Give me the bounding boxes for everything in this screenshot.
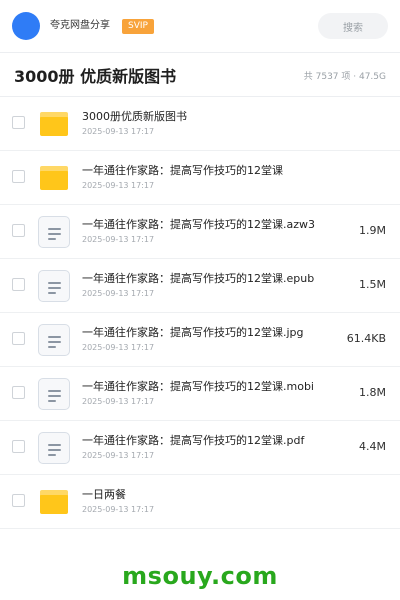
- document-line: [48, 341, 61, 343]
- file-date: 2025-09-13 17:17: [82, 505, 155, 514]
- document-line: [48, 238, 56, 240]
- folder-title: 3000册 优质新版图书: [14, 67, 177, 86]
- file-date: 2025-09-13 17:17: [82, 289, 155, 298]
- file-row[interactable]: 一年通往作家路：提高写作技巧的12堂课.epub 2025-09-13 17:17…: [0, 259, 400, 313]
- file-text: 一年通往作家路：提高写作技巧的12堂课.epub 2025-09-13 17:17: [82, 272, 332, 299]
- folder-shape: [40, 112, 68, 136]
- folder-shape: [40, 490, 68, 514]
- file-row[interactable]: 一年通往作家路：提高写作技巧的12堂课 2025-09-13 17:17: [0, 151, 400, 205]
- folder-summary: 共 7537 项 · 47.5G: [303, 71, 386, 82]
- document-shape: [38, 378, 70, 410]
- file-size: 4.4M: [359, 440, 386, 453]
- top-bar: 夸克网盘分享 SVIP 搜索: [0, 0, 400, 52]
- file-text: 3000册优质新版图书 2025-09-13 17:17: [82, 110, 332, 137]
- document-line: [48, 449, 61, 451]
- folder-shape: [40, 166, 68, 190]
- app-title: 夸克网盘分享: [50, 20, 110, 31]
- file-size: 1.9M: [359, 224, 386, 237]
- file-row[interactable]: 一年通往作家路：提高写作技巧的12堂课.jpg 2025-09-13 17:17 6…: [0, 313, 400, 367]
- document-icon: [37, 431, 71, 465]
- search-placeholder: 搜索: [343, 22, 363, 34]
- file-name: 一日两餐: [82, 488, 126, 501]
- file-text: 一年通往作家路：提高写作技巧的12堂课.azw3 2025-09-13 17:17: [82, 218, 332, 245]
- file-name: 一年通往作家路：提高写作技巧的12堂课.pdf: [82, 434, 305, 447]
- file-text: 一年通往作家路：提高写作技巧的12堂课.pdf 2025-09-13 17:17: [82, 434, 332, 461]
- document-shape: [38, 324, 70, 356]
- app-page: 夸克网盘分享 SVIP 搜索 3000册 优质新版图书 共 7537 项 · 4…: [0, 0, 400, 600]
- document-icon: [37, 377, 71, 411]
- document-line: [48, 282, 61, 284]
- document-line: [48, 336, 61, 338]
- folder-body: [40, 117, 68, 136]
- file-text: 一年通往作家路：提高写作技巧的12堂课 2025-09-13 17:17: [82, 164, 332, 191]
- document-line: [48, 292, 56, 294]
- document-shape: [38, 270, 70, 302]
- file-row[interactable]: 一日两餐 2025-09-13 17:17: [0, 475, 400, 529]
- document-line: [48, 395, 61, 397]
- document-line: [48, 390, 61, 392]
- file-text: 一年通往作家路：提高写作技巧的12堂课.jpg 2025-09-13 17:17: [82, 326, 332, 353]
- folder-body: [40, 171, 68, 190]
- folder-icon: [37, 107, 71, 141]
- row-checkbox[interactable]: [12, 116, 25, 129]
- file-row[interactable]: 3000册优质新版图书 2025-09-13 17:17: [0, 97, 400, 151]
- file-text: 一日两餐 2025-09-13 17:17: [82, 488, 332, 515]
- file-row[interactable]: 一年通往作家路：提高写作技巧的12堂课.mobi 2025-09-13 17:17…: [0, 367, 400, 421]
- document-icon: [37, 323, 71, 357]
- file-size: 1.5M: [359, 278, 386, 291]
- document-line: [48, 233, 61, 235]
- avatar[interactable]: [12, 12, 40, 40]
- file-date: 2025-09-13 17:17: [82, 235, 155, 244]
- file-date: 2025-09-13 17:17: [82, 451, 155, 460]
- row-checkbox[interactable]: [12, 170, 25, 183]
- file-name: 一年通往作家路：提高写作技巧的12堂课.jpg: [82, 326, 304, 339]
- document-line: [48, 454, 56, 456]
- file-date: 2025-09-13 17:17: [82, 397, 155, 406]
- row-checkbox[interactable]: [12, 386, 25, 399]
- file-date: 2025-09-13 17:17: [82, 127, 155, 136]
- file-name: 3000册优质新版图书: [82, 110, 187, 123]
- row-checkbox[interactable]: [12, 494, 25, 507]
- document-icon: [37, 269, 71, 303]
- file-name: 一年通往作家路：提高写作技巧的12堂课: [82, 164, 283, 177]
- document-shape: [38, 432, 70, 464]
- file-text: 一年通往作家路：提高写作技巧的12堂课.mobi 2025-09-13 17:17: [82, 380, 332, 407]
- document-line: [48, 346, 56, 348]
- folder-body: [40, 495, 68, 514]
- folder-icon: [37, 485, 71, 519]
- file-name: 一年通往作家路：提高写作技巧的12堂课.azw3: [82, 218, 316, 231]
- file-row[interactable]: 一年通往作家路：提高写作技巧的12堂课.pdf 2025-09-13 17:17 4…: [0, 421, 400, 475]
- file-name: 一年通往作家路：提高写作技巧的12堂课.mobi: [82, 380, 314, 393]
- watermark-area: msouy.com: [0, 552, 400, 600]
- file-name: 一年通往作家路：提高写作技巧的12堂课.epub: [82, 272, 315, 285]
- document-shape: [38, 216, 70, 248]
- file-list: 3000册优质新版图书 2025-09-13 17:17 一年通往作家路：提高写作技…: [0, 97, 400, 529]
- folder-icon: [37, 161, 71, 195]
- row-checkbox[interactable]: [12, 278, 25, 291]
- file-row[interactable]: 一年通往作家路：提高写作技巧的12堂课.azw3 2025-09-13 17:17…: [0, 205, 400, 259]
- row-checkbox[interactable]: [12, 440, 25, 453]
- watermark-text: msouy.com: [122, 562, 278, 590]
- document-line: [48, 444, 61, 446]
- file-size: 61.4KB: [346, 332, 386, 345]
- document-icon: [37, 215, 71, 249]
- row-checkbox[interactable]: [12, 332, 25, 345]
- search-input[interactable]: 搜索: [318, 13, 388, 39]
- file-date: 2025-09-13 17:17: [82, 181, 155, 190]
- document-line: [48, 228, 61, 230]
- file-date: 2025-09-13 17:17: [82, 343, 155, 352]
- svip-badge: SVIP: [122, 18, 154, 34]
- document-line: [48, 287, 61, 289]
- row-checkbox[interactable]: [12, 224, 25, 237]
- folder-header: 3000册 优质新版图书 共 7537 项 · 47.5G: [0, 53, 400, 97]
- file-size: 1.8M: [359, 386, 386, 399]
- document-line: [48, 400, 56, 402]
